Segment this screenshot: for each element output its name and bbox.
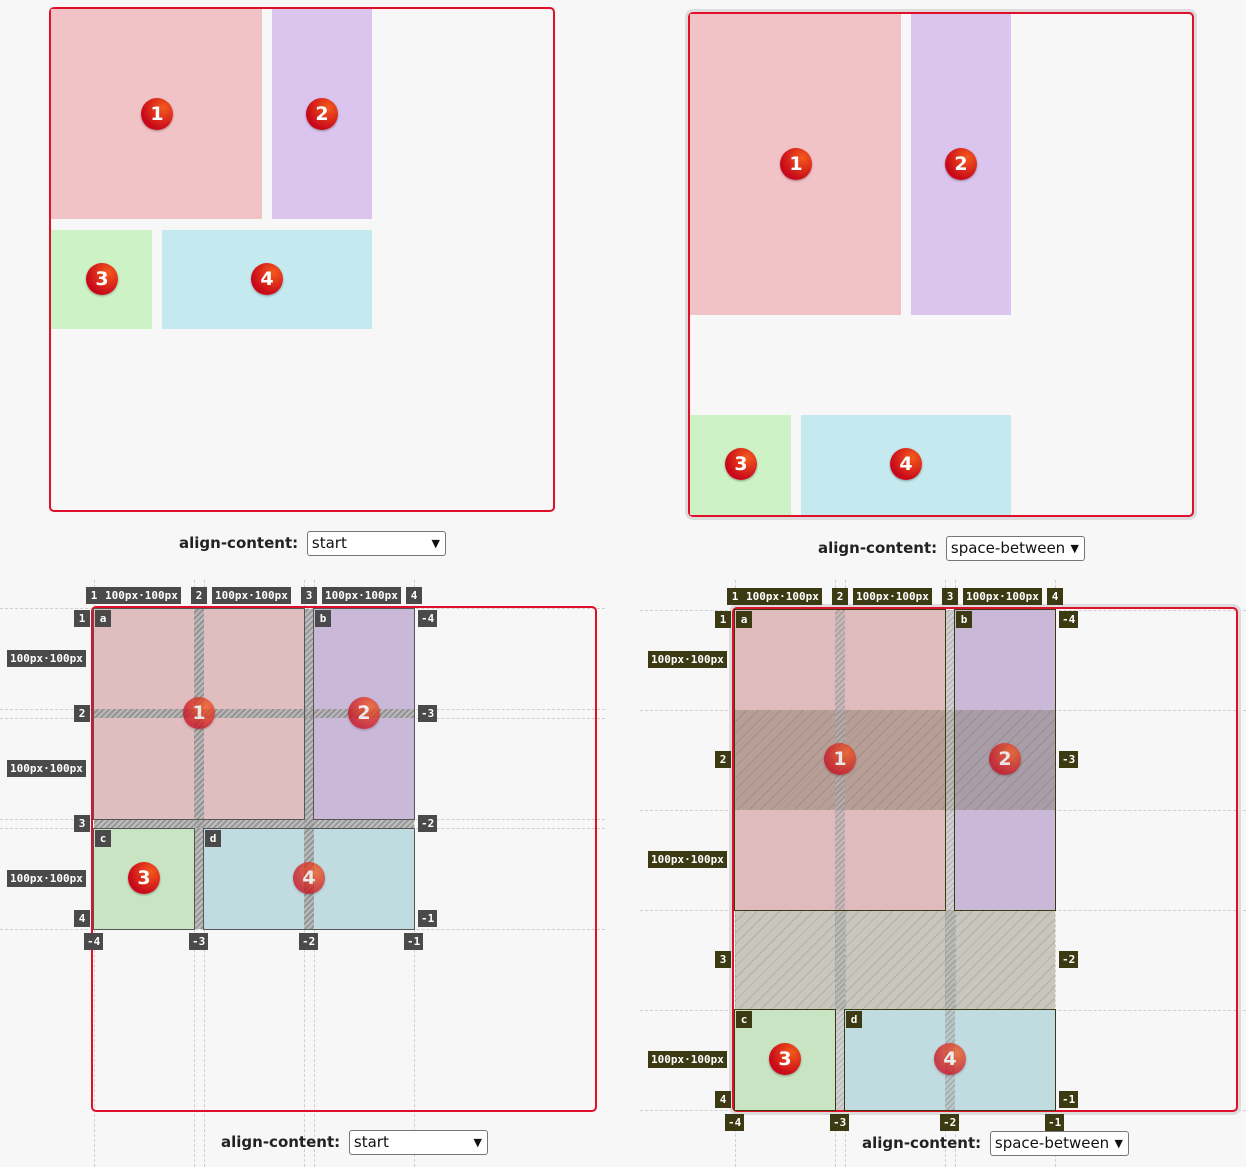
area-name-label: d [846, 1011, 862, 1028]
align-content-select[interactable]: space-between ▼ [989, 1131, 1129, 1156]
align-content-label: align-content: [818, 539, 938, 557]
grid-line-number: -4 [84, 933, 104, 950]
track-size-label: 100px·100px [7, 650, 86, 667]
grid-line-number: 3 [74, 815, 90, 832]
area-name-label: d [205, 830, 221, 847]
track-size-label: 100px·100px [743, 588, 822, 605]
align-content-select[interactable]: start ▼ [348, 1130, 488, 1155]
align-content-select[interactable]: start ▼ [306, 531, 446, 556]
grid-line-number: 1 [715, 611, 731, 628]
grid-line-number: -2 [418, 815, 438, 832]
grid-line-number: -4 [1059, 611, 1079, 628]
grid-line-number: 1 [86, 587, 102, 604]
grid-line-number: -1 [404, 933, 424, 950]
item-number-badge: 1 [183, 697, 215, 729]
item-number-badge: 2 [945, 148, 977, 180]
align-content-control-top-right: align-content: space-between ▼ [818, 536, 1085, 561]
item-number-badge: 1 [780, 148, 812, 180]
item-number-badge: 4 [293, 862, 325, 894]
item-number-badge: 3 [725, 448, 757, 480]
item-number-badge: 3 [128, 862, 160, 894]
grid-line-number: 4 [406, 587, 422, 604]
item-number-badge: 2 [989, 743, 1021, 775]
grid-line-number: -2 [299, 933, 319, 950]
track-size-label: 100px·100px [322, 587, 401, 604]
grid-line-number: 1 [727, 588, 743, 605]
grid-line-number: -1 [1059, 1091, 1079, 1108]
select-value: start [353, 1133, 389, 1151]
grid-line-number: -4 [725, 1114, 745, 1131]
grid-line-number: 2 [74, 705, 90, 722]
chevron-down-icon: ▼ [1114, 1137, 1123, 1150]
area-name-label: a [736, 611, 752, 628]
row-gap [735, 910, 1055, 1010]
track-size-label: 100px·100px [102, 587, 181, 604]
item-number-badge: 2 [306, 98, 338, 130]
item-number-badge: 2 [348, 697, 380, 729]
track-size-label: 100px·100px [963, 588, 1042, 605]
track-size-label: 100px·100px [853, 588, 932, 605]
select-value: space-between [994, 1134, 1110, 1152]
area-name-label: c [736, 1011, 752, 1028]
grid-line-number: 2 [191, 587, 207, 604]
grid-line-number: 3 [715, 951, 731, 968]
align-content-label: align-content: [221, 1133, 341, 1151]
grid-line-number: -3 [189, 933, 209, 950]
grid-line-number: -2 [940, 1114, 960, 1131]
area-name-label: b [315, 610, 331, 627]
grid-line-number: 2 [832, 588, 848, 605]
grid-line-number: 2 [715, 751, 731, 768]
grid-line-number: -2 [1059, 951, 1079, 968]
select-value: space-between [950, 539, 1066, 557]
align-content-control-bottom-right: align-content: space-between ▼ [862, 1131, 1129, 1156]
grid-line-number: -3 [1059, 751, 1079, 768]
chevron-down-icon: ▼ [473, 1136, 482, 1149]
grid-line-number: -3 [418, 705, 438, 722]
track-size-label: 100px·100px [212, 587, 291, 604]
select-value: start [311, 534, 347, 552]
item-number-badge: 4 [934, 1043, 966, 1075]
align-content-label: align-content: [179, 534, 299, 552]
grid-line-number: -1 [418, 910, 438, 927]
item-number-badge: 3 [769, 1043, 801, 1075]
track-size-label: 100px·100px [648, 851, 727, 868]
align-content-select[interactable]: space-between ▼ [945, 536, 1085, 561]
item-number-badge: 4 [890, 448, 922, 480]
item-number-badge: 1 [824, 743, 856, 775]
track-size-label: 100px·100px [7, 870, 86, 887]
align-content-control-bottom-left: align-content: start ▼ [221, 1130, 488, 1155]
grid-line-number: 1 [74, 610, 90, 627]
align-content-label: align-content: [862, 1134, 982, 1152]
chevron-down-icon: ▼ [431, 537, 440, 550]
grid-line-number: 3 [301, 587, 317, 604]
chevron-down-icon: ▼ [1070, 542, 1079, 555]
row-gap [94, 819, 414, 828]
track-size-label: 100px·100px [7, 760, 86, 777]
grid-line-number: -1 [1045, 1114, 1065, 1131]
item-number-badge: 3 [86, 263, 118, 295]
area-name-label: a [95, 610, 111, 627]
align-content-control-top-left: align-content: start ▼ [179, 531, 446, 556]
grid-line-number: 4 [74, 910, 90, 927]
grid-line-number: -4 [418, 610, 438, 627]
grid-line-number: 3 [942, 588, 958, 605]
item-number-badge: 1 [141, 98, 173, 130]
track-size-label: 100px·100px [648, 1051, 727, 1068]
grid-line-number: -3 [830, 1114, 850, 1131]
area-name-label: c [95, 830, 111, 847]
item-number-badge: 4 [251, 263, 283, 295]
grid-line-number: 4 [715, 1091, 731, 1108]
track-size-label: 100px·100px [648, 651, 727, 668]
grid-line-number: 4 [1047, 588, 1063, 605]
area-name-label: b [956, 611, 972, 628]
